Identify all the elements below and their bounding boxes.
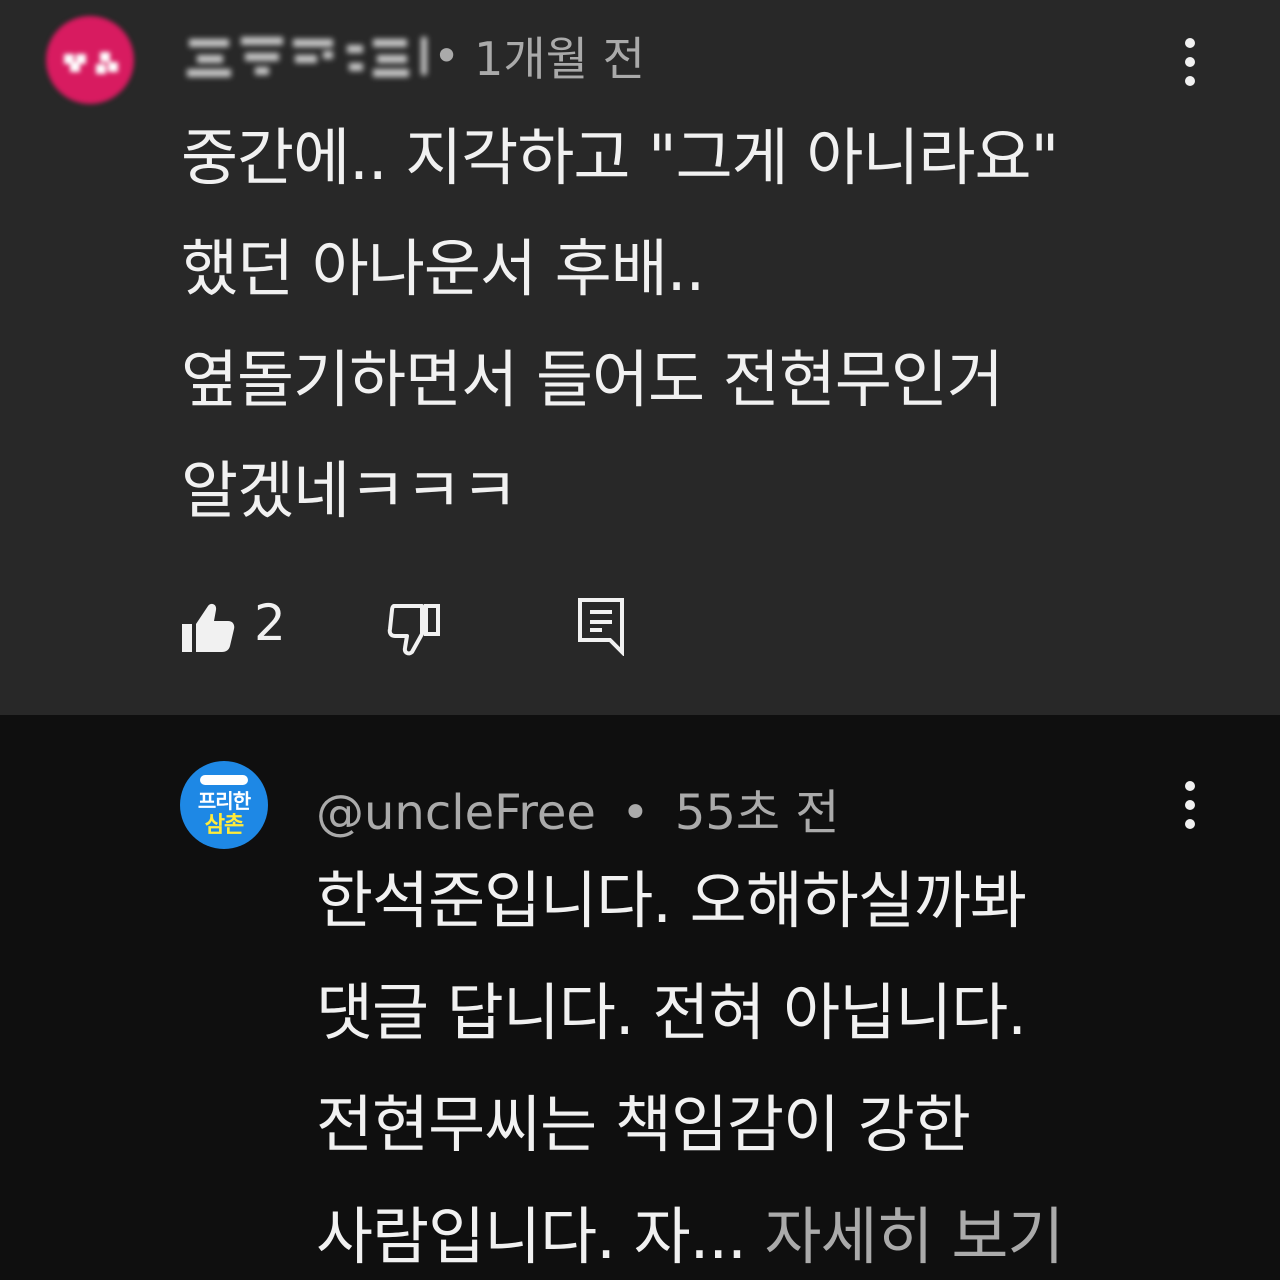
separator-dot: • — [621, 785, 650, 841]
author-name-redacted[interactable] — [183, 31, 431, 81]
comment-time: 55초 전 — [674, 785, 840, 841]
avatar[interactable] — [46, 16, 134, 104]
reply-comment-icon — [578, 598, 624, 657]
comments-screen: • 1개월 전 중간에.. 지각하고 "그게 아니라요" 했던 아나운서 후배.… — [0, 0, 1280, 1280]
like-count: 2 — [254, 594, 286, 652]
thumbs-down-outline-icon — [387, 604, 440, 656]
comment-text: 한석준입니다. 오해하실까봐 댓글 답니다. 전혀 아닙니다. 전현무씨는 책임… — [316, 845, 1216, 1280]
separator-dot: • — [433, 29, 461, 83]
comment-meta: @uncleFree • 55초 전 — [316, 773, 839, 843]
author-name[interactable]: @uncleFree — [316, 785, 596, 841]
comment-highlighted: • 1개월 전 중간에.. 지각하고 "그게 아니라요" 했던 아나운서 후배.… — [0, 0, 1280, 715]
comment-meta: • 1개월 전 — [183, 28, 645, 86]
avatar-text-line2: 삼촌 — [204, 813, 244, 838]
avatar-badge — [200, 775, 248, 785]
thumbs-up-filled-icon — [182, 603, 235, 652]
comment-time: 1개월 전 — [474, 32, 645, 86]
comment-text: 중간에.. 지각하고 "그게 아니라요" 했던 아나운서 후배.. 옆돌기하면서… — [181, 121, 1059, 527]
read-more-link[interactable]: 자세히 보기 — [765, 1200, 1065, 1273]
dislike-button[interactable] — [386, 598, 446, 658]
comment-reply: 프리한 삼촌 @uncleFree • 55초 전 한석준입니다. 오해하실까봐… — [0, 715, 1280, 1280]
like-button[interactable] — [180, 600, 236, 656]
more-options-icon[interactable] — [1170, 32, 1210, 92]
avatar[interactable]: 프리한 삼촌 — [180, 761, 268, 849]
more-options-icon[interactable] — [1170, 775, 1210, 835]
reply-button[interactable] — [576, 596, 628, 657]
